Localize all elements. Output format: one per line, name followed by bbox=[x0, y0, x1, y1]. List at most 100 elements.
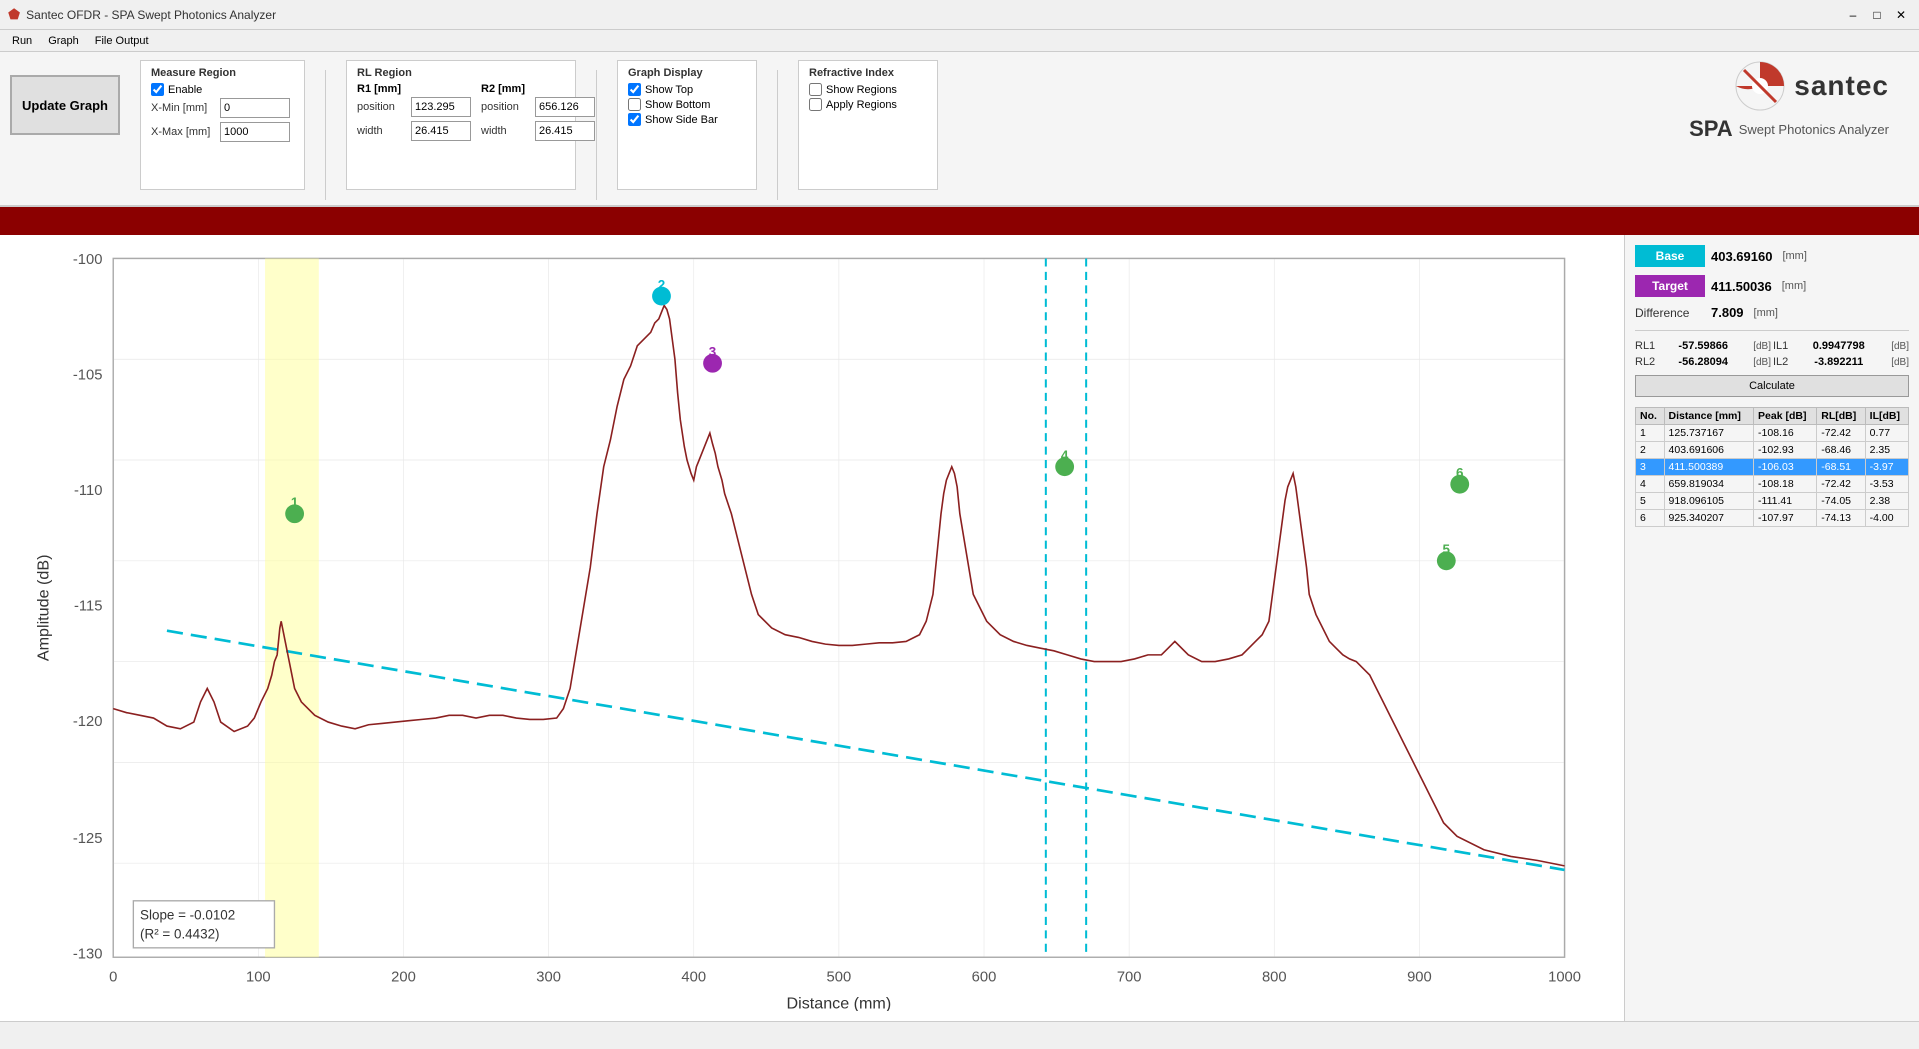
table-row[interactable]: 6925.340207-107.97-74.13-4.00 bbox=[1636, 510, 1909, 527]
cell-no: 3 bbox=[1636, 459, 1665, 476]
cell-peak: -102.93 bbox=[1754, 442, 1817, 459]
table-row[interactable]: 2403.691606-102.93-68.462.35 bbox=[1636, 442, 1909, 459]
graph-area: -100 -105 -110 -115 -120 -125 -130 0 100… bbox=[0, 235, 1624, 1021]
il2-label: IL2 bbox=[1773, 356, 1788, 368]
x-min-input[interactable] bbox=[220, 98, 290, 118]
r1-width-input[interactable] bbox=[411, 121, 471, 141]
rl-region-section: RL Region R1 [mm] position width R2 [mm]… bbox=[346, 60, 576, 190]
menu-file-output[interactable]: File Output bbox=[87, 33, 157, 49]
svg-text:-100: -100 bbox=[73, 252, 103, 268]
target-row: Target 411.50036 [mm] bbox=[1635, 275, 1909, 297]
il2-row: IL2 -3.892211 [dB] bbox=[1773, 355, 1909, 369]
santec-text: santec bbox=[1794, 70, 1889, 102]
target-label-box: Target bbox=[1635, 275, 1705, 297]
r2-label: R2 [mm] bbox=[481, 83, 595, 95]
target-label: Target bbox=[1652, 279, 1688, 293]
status-bar bbox=[0, 1021, 1919, 1049]
cell-peak: -106.03 bbox=[1754, 459, 1817, 476]
update-graph-button[interactable]: Update Graph bbox=[10, 75, 120, 135]
r2-position-input[interactable] bbox=[535, 97, 595, 117]
rl2-row: RL2 -56.28094 [dB] bbox=[1635, 355, 1771, 369]
cell-distance: 403.691606 bbox=[1664, 442, 1754, 459]
r2-width-input[interactable] bbox=[535, 121, 595, 141]
cell-no: 6 bbox=[1636, 510, 1665, 527]
show-top-label: Show Top bbox=[645, 84, 693, 96]
base-label: Base bbox=[1656, 249, 1685, 263]
window-controls: – □ ✕ bbox=[1843, 5, 1911, 25]
close-button[interactable]: ✕ bbox=[1891, 5, 1911, 25]
menu-graph[interactable]: Graph bbox=[40, 33, 87, 49]
menu-run[interactable]: Run bbox=[4, 33, 40, 49]
svg-text:1: 1 bbox=[291, 495, 299, 510]
data-table: No. Distance [mm] Peak [dB] RL[dB] IL[dB… bbox=[1635, 407, 1909, 527]
target-value: 411.50036 bbox=[1711, 279, 1772, 294]
cell-distance: 411.500389 bbox=[1664, 459, 1754, 476]
r1-width-label: width bbox=[357, 125, 407, 137]
show-side-bar-label: Show Side Bar bbox=[645, 114, 718, 126]
svg-text:2: 2 bbox=[658, 277, 665, 292]
show-bottom-checkbox[interactable] bbox=[628, 98, 641, 111]
santec-logo: santec bbox=[1734, 60, 1889, 112]
svg-text:400: 400 bbox=[681, 969, 706, 985]
il2-value: -3.892211 bbox=[1814, 356, 1863, 368]
svg-text:-110: -110 bbox=[74, 483, 102, 499]
svg-text:300: 300 bbox=[536, 969, 561, 985]
cell-distance: 925.340207 bbox=[1664, 510, 1754, 527]
show-regions-label: Show Regions bbox=[826, 84, 897, 96]
show-regions-checkbox[interactable] bbox=[809, 83, 822, 96]
cell-rl: -74.13 bbox=[1817, 510, 1865, 527]
r1-position-label: position bbox=[357, 101, 407, 113]
cell-peak: -107.97 bbox=[1754, 510, 1817, 527]
cell-il: -3.97 bbox=[1865, 459, 1908, 476]
enable-row: Enable bbox=[151, 83, 294, 96]
rl2-unit: [dB] bbox=[1753, 357, 1771, 368]
apply-regions-label: Apply Regions bbox=[826, 99, 897, 111]
il2-unit: [dB] bbox=[1891, 357, 1909, 368]
col-rl: RL[dB] bbox=[1817, 408, 1865, 425]
graph-display-section: Graph Display Show Top Show Bottom Show … bbox=[617, 60, 757, 190]
spa-desc: Swept Photonics Analyzer bbox=[1739, 122, 1889, 137]
svg-text:0: 0 bbox=[109, 969, 117, 985]
table-row[interactable]: 4659.819034-108.18-72.42-3.53 bbox=[1636, 476, 1909, 493]
show-side-bar-checkbox[interactable] bbox=[628, 113, 641, 126]
spa-logo: SPA Swept Photonics Analyzer bbox=[1689, 116, 1889, 142]
base-value: 403.69160 bbox=[1711, 249, 1772, 264]
difference-row: Difference 7.809 [mm] bbox=[1635, 305, 1909, 320]
svg-text:100: 100 bbox=[246, 969, 271, 985]
difference-unit: [mm] bbox=[1754, 307, 1778, 319]
apply-regions-checkbox[interactable] bbox=[809, 98, 822, 111]
svg-text:5: 5 bbox=[1443, 542, 1451, 557]
main-content: -100 -105 -110 -115 -120 -125 -130 0 100… bbox=[0, 235, 1919, 1021]
calculate-button[interactable]: Calculate bbox=[1635, 375, 1909, 397]
enable-checkbox[interactable] bbox=[151, 83, 164, 96]
difference-label: Difference bbox=[1635, 306, 1705, 320]
graph-svg: -100 -105 -110 -115 -120 -125 -130 0 100… bbox=[10, 245, 1614, 1011]
measure-region-section: Measure Region Enable X-Min [mm] X-Max [… bbox=[140, 60, 305, 190]
enable-label: Enable bbox=[168, 84, 202, 96]
x-max-input[interactable] bbox=[220, 122, 290, 142]
base-unit: [mm] bbox=[1782, 250, 1806, 262]
col-il: IL[dB] bbox=[1865, 408, 1908, 425]
maximize-button[interactable]: □ bbox=[1867, 5, 1887, 25]
table-row[interactable]: 5918.096105-111.41-74.052.38 bbox=[1636, 493, 1909, 510]
spa-text: SPA bbox=[1689, 116, 1733, 142]
rl1-unit: [dB] bbox=[1753, 341, 1771, 352]
table-row[interactable]: 1125.737167-108.16-72.420.77 bbox=[1636, 425, 1909, 442]
app-title: ⬟ Santec OFDR - SPA Swept Photonics Anal… bbox=[8, 6, 276, 23]
svg-text:-120: -120 bbox=[73, 714, 103, 730]
cell-il: 2.38 bbox=[1865, 493, 1908, 510]
svg-text:-105: -105 bbox=[73, 367, 103, 383]
col-peak: Peak [dB] bbox=[1754, 408, 1817, 425]
base-row: Base 403.69160 [mm] bbox=[1635, 245, 1909, 267]
cell-no: 1 bbox=[1636, 425, 1665, 442]
rl1-row: RL1 -57.59866 [dB] bbox=[1635, 339, 1771, 353]
base-label-box: Base bbox=[1635, 245, 1705, 267]
r1-position-input[interactable] bbox=[411, 97, 471, 117]
rl-region-title: RL Region bbox=[357, 67, 565, 79]
table-row[interactable]: 3411.500389-106.03-68.51-3.97 bbox=[1636, 459, 1909, 476]
red-bar bbox=[0, 207, 1919, 235]
show-top-checkbox[interactable] bbox=[628, 83, 641, 96]
cell-no: 4 bbox=[1636, 476, 1665, 493]
measure-region-title: Measure Region bbox=[151, 67, 294, 79]
minimize-button[interactable]: – bbox=[1843, 5, 1863, 25]
